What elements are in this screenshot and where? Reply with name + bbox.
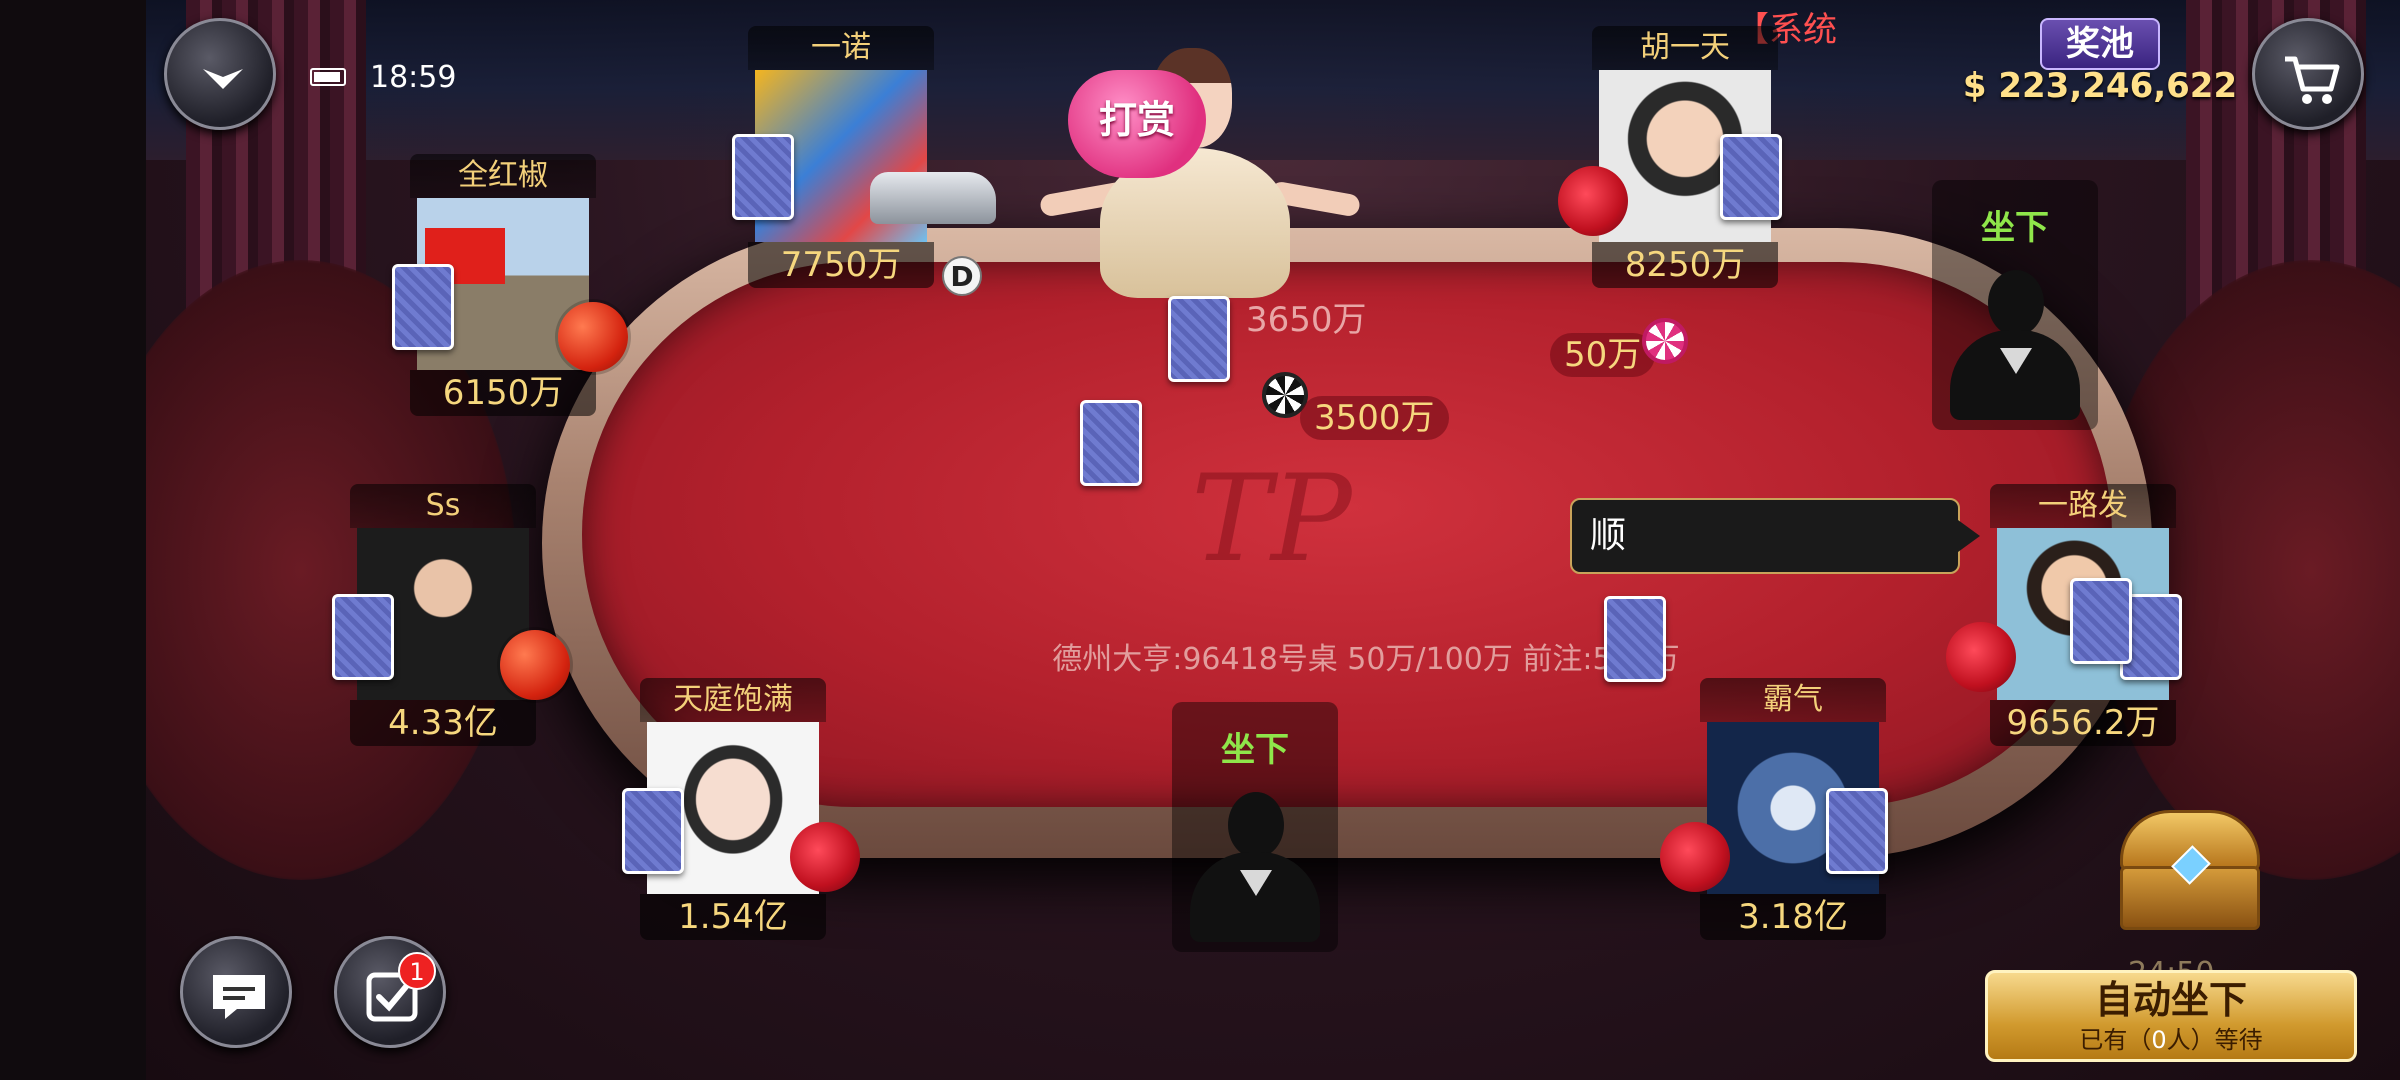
player-name: 胡一天 <box>1592 26 1778 70</box>
face-down-card <box>2070 578 2132 664</box>
table-logo: TP <box>1191 450 1352 589</box>
rose-gift-icon <box>1660 822 1730 892</box>
auto-sit-button[interactable]: 自动坐下 已有（0人）等待 <box>1985 970 2357 1062</box>
tomato-gift-icon <box>500 630 570 700</box>
empty-seat-silhouette-icon <box>1950 270 2080 420</box>
dropdown-menu-button[interactable] <box>164 18 276 130</box>
player-chips: 9656.2万 <box>1990 700 2176 746</box>
auto-sit-waiting: 已有（0人）等待 <box>1988 1025 2354 1055</box>
player-name: 天庭饱满 <box>640 678 826 722</box>
rose-gift-icon <box>790 822 860 892</box>
face-down-card <box>1826 788 1888 874</box>
sit-down-label: 坐下 <box>1221 730 1289 770</box>
face-down-card <box>1168 296 1230 382</box>
player-name: 全红椒 <box>410 154 596 198</box>
rose-gift-icon <box>1558 166 1628 236</box>
player-chips: 4.33亿 <box>350 700 536 746</box>
tip-button[interactable]: 打赏 <box>1068 70 1206 178</box>
face-down-card <box>332 594 394 680</box>
jackpot-panel[interactable]: 奖池 $ 223,246,622 <box>1960 8 2240 140</box>
face-down-card <box>622 788 684 874</box>
jackpot-title: 奖池 <box>2040 18 2160 70</box>
player-chips: 6150万 <box>410 370 596 416</box>
waiting-count: 0 <box>2151 1026 2167 1054</box>
player-chips: 7750万 <box>748 242 934 288</box>
sit-down-label: 坐下 <box>1981 208 2049 248</box>
shop-button[interactable] <box>2252 18 2364 130</box>
face-down-card <box>1720 134 1782 220</box>
task-icon <box>366 972 418 1022</box>
task-button[interactable] <box>334 936 446 1048</box>
player-name: 霸气 <box>1700 678 1886 722</box>
chat-button[interactable] <box>180 936 292 1048</box>
tomato-gift-icon <box>558 302 628 372</box>
empty-seat-top-right[interactable]: 坐下 <box>1932 180 2098 430</box>
jackpot-amount: $ 223,246,622 <box>1962 66 2238 106</box>
auto-sit-title: 自动坐下 <box>2094 978 2247 1022</box>
dealer-button-chip: D <box>942 256 982 296</box>
waiting-prefix: 已有（ <box>2079 1026 2152 1054</box>
face-down-card <box>1604 596 1666 682</box>
player-chips: 1.54亿 <box>640 894 826 940</box>
player-speech-bubble: 顺 <box>1570 498 1980 574</box>
task-notification-badge: 1 <box>398 952 436 990</box>
chat-icon <box>213 975 265 1019</box>
player-bet-amount: 50万 <box>1550 333 1656 377</box>
status-time: 18:59 <box>370 60 457 95</box>
player-name: 一诺 <box>748 26 934 70</box>
chip-icon <box>1642 318 1688 364</box>
player-chips: 8250万 <box>1592 242 1778 288</box>
face-down-card <box>1080 400 1142 486</box>
dropdown-icon <box>203 69 243 89</box>
player-name: Ss <box>350 484 536 528</box>
waiting-suffix: 人）等待 <box>2166 1026 2263 1054</box>
empty-seat-bottom-center[interactable]: 坐下 <box>1172 702 1338 952</box>
table-info: 德州大亨:96418号桌 50万/100万 前注:500万 <box>1052 642 1680 677</box>
side-pot-amount: 3650万 <box>1246 300 1367 340</box>
face-down-card <box>732 134 794 220</box>
face-down-card <box>392 264 454 350</box>
treasure-chest-icon[interactable] <box>2120 810 2260 930</box>
rose-gift-icon <box>1946 622 2016 692</box>
main-pot-amount: 3500万 <box>1300 396 1449 440</box>
car-gift-icon <box>870 172 996 224</box>
empty-seat-silhouette-icon <box>1190 792 1320 942</box>
player-name: 一路发 <box>1990 484 2176 528</box>
dealer-avatar <box>1030 38 1370 298</box>
battery-icon <box>310 68 346 86</box>
cart-icon <box>2285 56 2340 104</box>
player-chips: 3.18亿 <box>1700 894 1886 940</box>
